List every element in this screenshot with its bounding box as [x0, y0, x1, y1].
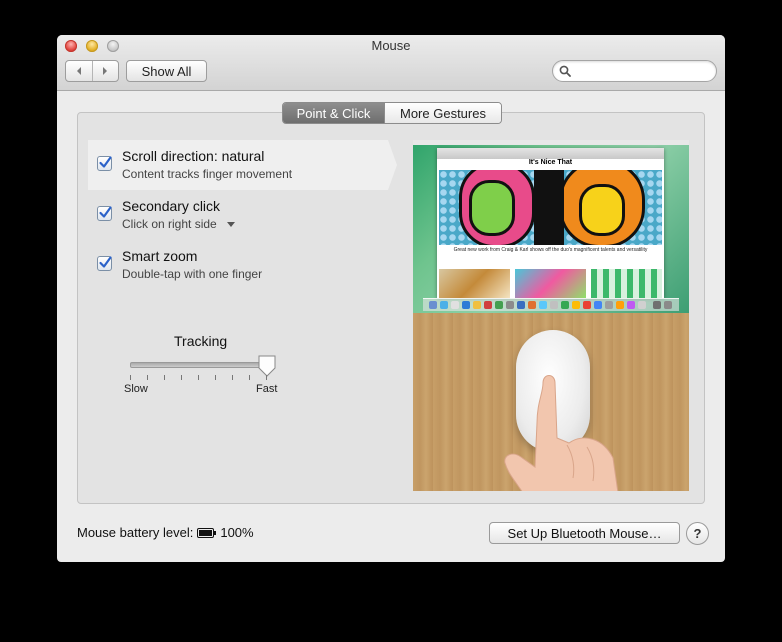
search-icon	[559, 65, 571, 77]
tab-more-gestures[interactable]: More Gestures	[384, 103, 501, 123]
preview-browser-toolbar	[437, 148, 664, 159]
option-scroll-direction[interactable]: Scroll direction: natural Content tracks…	[88, 140, 388, 190]
help-button[interactable]: ?	[686, 522, 709, 545]
tab-bar: Point & Click More Gestures	[282, 102, 502, 124]
search-field[interactable]	[552, 60, 717, 82]
option-smart-zoom[interactable]: Smart zoom Double-tap with one finger	[88, 240, 388, 290]
preview-desktop: It's Nice That Great new work from Craig…	[413, 140, 689, 313]
forward-button[interactable]	[91, 61, 119, 81]
preferences-window: Mouse Show All Point & Click More Gestur…	[57, 35, 725, 562]
search-input[interactable]	[575, 63, 709, 79]
smart-zoom-subtitle: Double-tap with one finger	[122, 267, 263, 281]
tracking-fast-label: Fast	[256, 383, 278, 395]
tracking-ticks	[130, 375, 268, 381]
preview-browser-window: It's Nice That Great new work from Craig…	[437, 148, 664, 298]
secondary-click-title: Secondary click	[122, 198, 221, 214]
dropdown-arrow-icon[interactable]	[226, 222, 235, 228]
chevron-right-icon	[103, 67, 108, 75]
scroll-direction-checkbox[interactable]	[97, 156, 112, 171]
back-forward-buttons	[65, 60, 119, 82]
battery-label-text: Mouse battery level:	[77, 525, 194, 540]
secondary-click-subtitle[interactable]: Click on right side	[122, 217, 235, 231]
secondary-click-value: Click on right side	[122, 217, 217, 231]
secondary-click-checkbox[interactable]	[97, 206, 112, 221]
preview-caption: Great new work from Craig & Karl shows o…	[453, 247, 648, 253]
show-all-button[interactable]: Show All	[126, 60, 207, 82]
preview-site-title: It's Nice That	[528, 159, 573, 166]
title-bar: Mouse Show All	[57, 35, 725, 91]
back-button[interactable]	[66, 61, 92, 81]
gesture-preview-video: It's Nice That Great new work from Craig…	[413, 140, 689, 491]
settings-panel: Scroll direction: natural Content tracks…	[77, 112, 705, 504]
battery-level: Mouse battery level: 100%	[77, 525, 254, 540]
preview-artwork	[439, 170, 662, 245]
battery-value: 100%	[220, 525, 254, 540]
hand-image	[504, 375, 619, 491]
preview-thumbnails	[439, 269, 662, 298]
checkmark-icon	[99, 206, 112, 218]
tracking-slow-label: Slow	[124, 383, 148, 395]
setup-bluetooth-mouse-button[interactable]: Set Up Bluetooth Mouse…	[489, 522, 680, 544]
smart-zoom-checkbox[interactable]	[97, 256, 112, 271]
preview-dock	[423, 298, 679, 311]
tracking-slider-track[interactable]	[130, 362, 270, 368]
option-secondary-click[interactable]: Secondary click Click on right side	[88, 190, 388, 240]
tracking-label: Tracking	[174, 333, 228, 349]
selection-pointer	[388, 140, 397, 190]
scroll-direction-title: Scroll direction: natural	[122, 148, 265, 164]
window-title: Mouse	[371, 38, 411, 53]
checkmark-icon	[99, 256, 112, 268]
scroll-direction-subtitle: Content tracks finger movement	[122, 167, 293, 181]
tracking-slider-knob[interactable]	[258, 355, 276, 377]
smart-zoom-title: Smart zoom	[122, 248, 198, 264]
preview-desk-surface	[413, 313, 689, 491]
checkmark-icon	[99, 156, 112, 168]
battery-icon	[197, 527, 217, 538]
preview-menubar	[413, 140, 689, 145]
chevron-left-icon	[76, 67, 81, 75]
tab-point-and-click[interactable]: Point & Click	[283, 103, 384, 123]
